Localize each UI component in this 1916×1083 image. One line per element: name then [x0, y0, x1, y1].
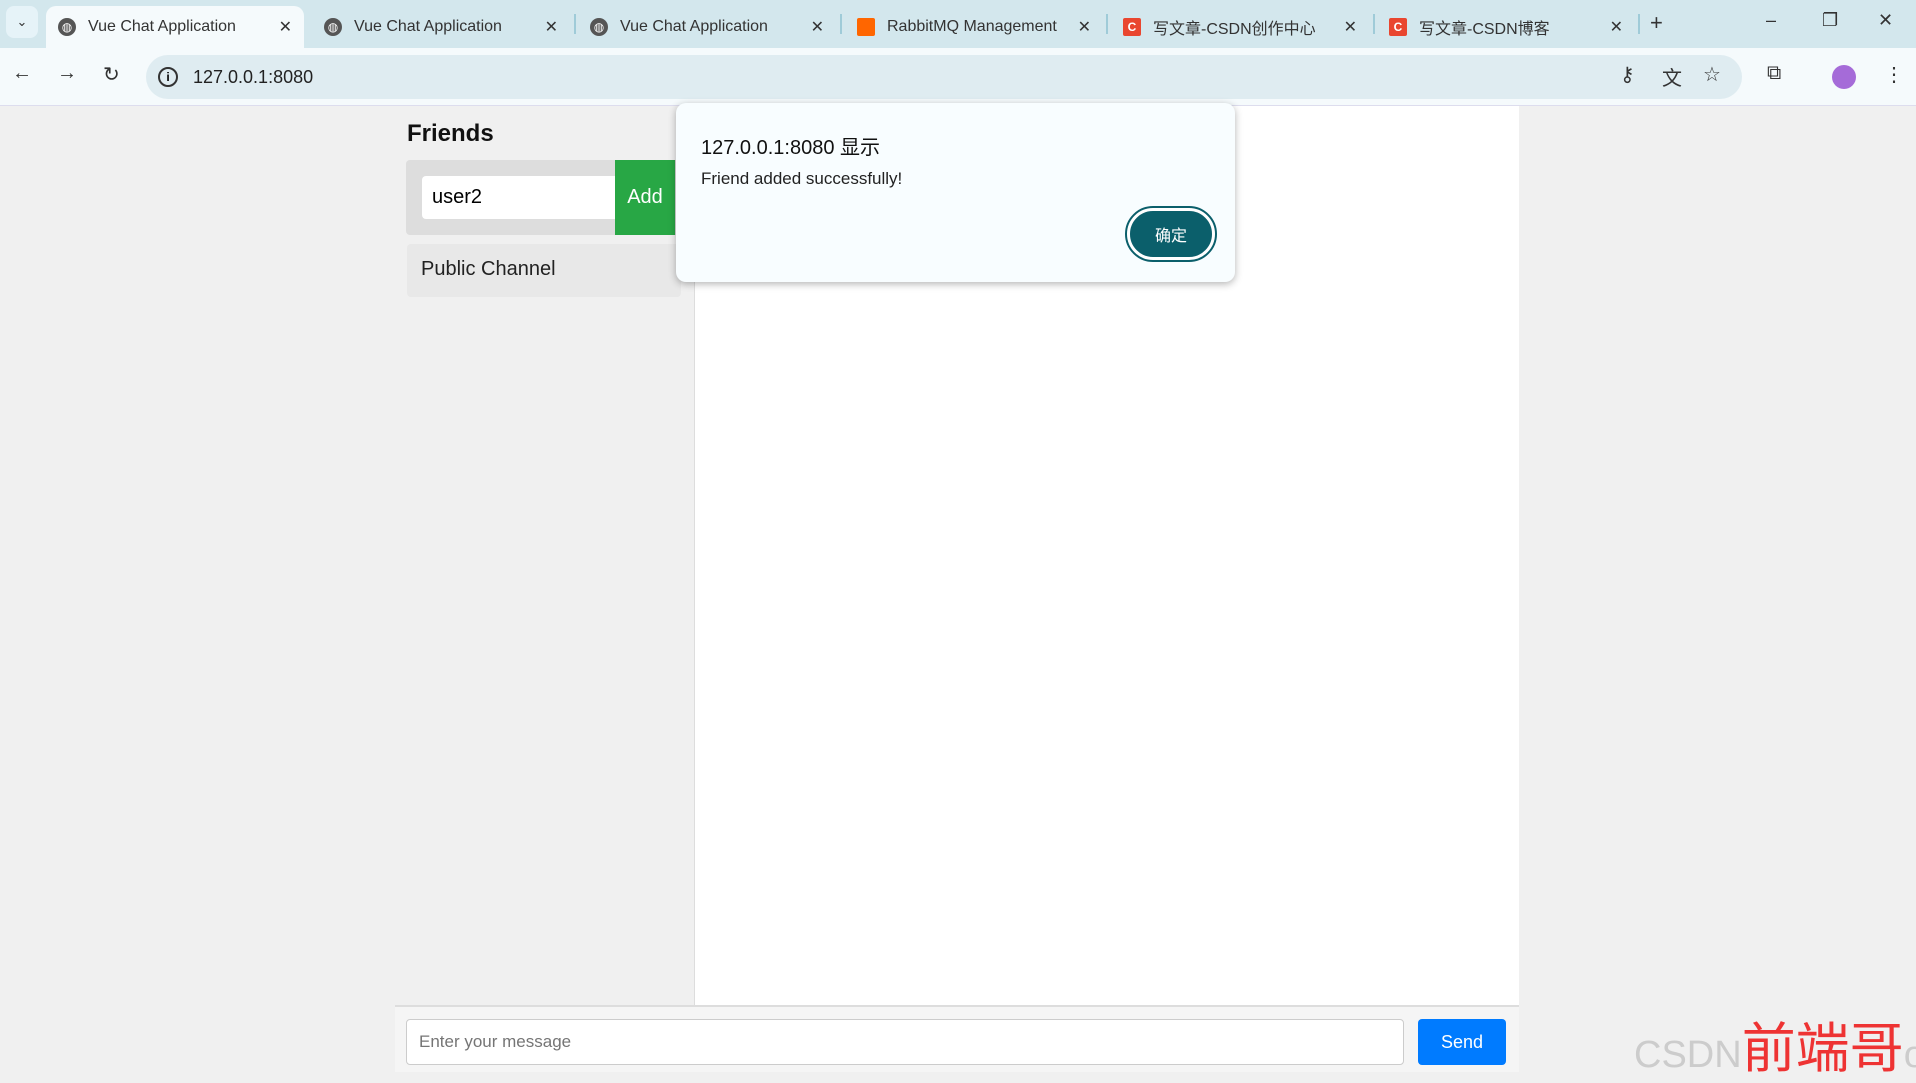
password-key-icon[interactable]: ⚷ [1620, 62, 1635, 87]
tab-bar: ⌄ ◍ Vue Chat Application ✕ ◍ Vue Chat Appli… [0, 0, 1916, 48]
tab-separator [1638, 14, 1640, 34]
tab-csdn-center[interactable]: C 写文章-CSDN创作中心 ✕ [1111, 6, 1369, 48]
dialog-title: 127.0.0.1:8080 显示 [701, 137, 881, 159]
tab-label: 写文章-CSDN创作中心 [1153, 21, 1316, 38]
alert-dialog: 127.0.0.1:8080 显示 Friend added successfu… [676, 103, 1235, 282]
back-icon[interactable]: ← [12, 62, 32, 85]
restore-icon[interactable]: ❐ [1822, 10, 1838, 31]
globe-icon: ◍ [590, 18, 608, 36]
new-tab-icon[interactable]: + [1650, 10, 1663, 36]
minimize-icon[interactable]: – [1766, 10, 1776, 31]
site-info-icon[interactable]: i [158, 67, 178, 87]
tab-vue-chat-2[interactable]: ◍ Vue Chat Application ✕ [312, 6, 570, 48]
dialog-message: Friend added successfully! [701, 169, 903, 188]
globe-icon: ◍ [324, 18, 342, 36]
message-bar: Send [395, 1005, 1519, 1072]
close-tab-icon[interactable]: ✕ [811, 17, 824, 37]
watermark: CSDN前端哥o [1634, 1004, 1916, 1083]
friends-sidebar: Friends Add Public Channel [395, 106, 695, 1005]
extensions-icon[interactable]: ⧉ [1767, 62, 1781, 85]
close-tab-icon[interactable]: ✕ [1344, 17, 1357, 37]
dialog-ok-button[interactable]: 确定 [1125, 206, 1217, 262]
forward-icon[interactable]: → [57, 62, 77, 85]
csdn-icon: C [1389, 18, 1407, 36]
watermark-prefix: CSDN [1634, 1034, 1742, 1076]
tab-label: RabbitMQ Management [887, 18, 1057, 35]
tab-label: 写文章-CSDN博客 [1419, 21, 1550, 38]
friends-heading: Friends [407, 120, 494, 147]
address-toolbar: ← → ↻ i 127.0.0.1:8080 ⚷ 文 ☆ ⧉ ⋮ [0, 48, 1916, 106]
rabbitmq-icon [857, 18, 875, 36]
channel-public[interactable]: Public Channel [407, 244, 681, 297]
tab-vue-chat-3[interactable]: ◍ Vue Chat Application ✕ [578, 6, 836, 48]
tab-separator [1106, 14, 1108, 34]
globe-icon: ◍ [58, 18, 76, 36]
tab-label: Vue Chat Application [354, 18, 502, 35]
watermark-suffix: o [1903, 1034, 1916, 1076]
tab-rabbitmq[interactable]: RabbitMQ Management ✕ [845, 6, 1103, 48]
watermark-name: 前端哥 [1741, 1017, 1904, 1080]
tab-separator [840, 14, 842, 34]
address-bar[interactable]: i 127.0.0.1:8080 [146, 55, 1742, 99]
tab-search-button[interactable]: ⌄ [6, 6, 38, 38]
avatar[interactable] [1832, 65, 1856, 89]
url-text[interactable]: 127.0.0.1:8080 [193, 67, 313, 88]
close-tab-icon[interactable]: ✕ [1610, 17, 1623, 37]
tab-separator [574, 14, 576, 34]
close-tab-icon[interactable]: ✕ [545, 17, 558, 37]
tab-csdn-blog[interactable]: C 写文章-CSDN博客 ✕ [1377, 6, 1635, 48]
reload-icon[interactable]: ↻ [103, 62, 120, 87]
friend-name-input[interactable] [422, 176, 615, 219]
close-window-icon[interactable]: ✕ [1878, 10, 1893, 31]
close-tab-icon[interactable]: ✕ [279, 17, 292, 37]
send-button[interactable]: Send [1418, 1019, 1506, 1065]
close-tab-icon[interactable]: ✕ [1078, 17, 1091, 37]
translate-icon[interactable]: 文 [1662, 62, 1682, 91]
add-friend-group: Add [406, 160, 680, 235]
csdn-icon: C [1123, 18, 1141, 36]
add-friend-button[interactable]: Add [615, 160, 675, 235]
menu-kebab-icon[interactable]: ⋮ [1884, 62, 1904, 87]
tab-vue-chat-1[interactable]: ◍ Vue Chat Application ✕ [46, 6, 304, 48]
bookmark-star-icon[interactable]: ☆ [1703, 62, 1721, 87]
message-input[interactable] [406, 1019, 1404, 1065]
tab-label: Vue Chat Application [620, 18, 768, 35]
tab-separator [1373, 14, 1375, 34]
tab-label: Vue Chat Application [88, 18, 236, 35]
